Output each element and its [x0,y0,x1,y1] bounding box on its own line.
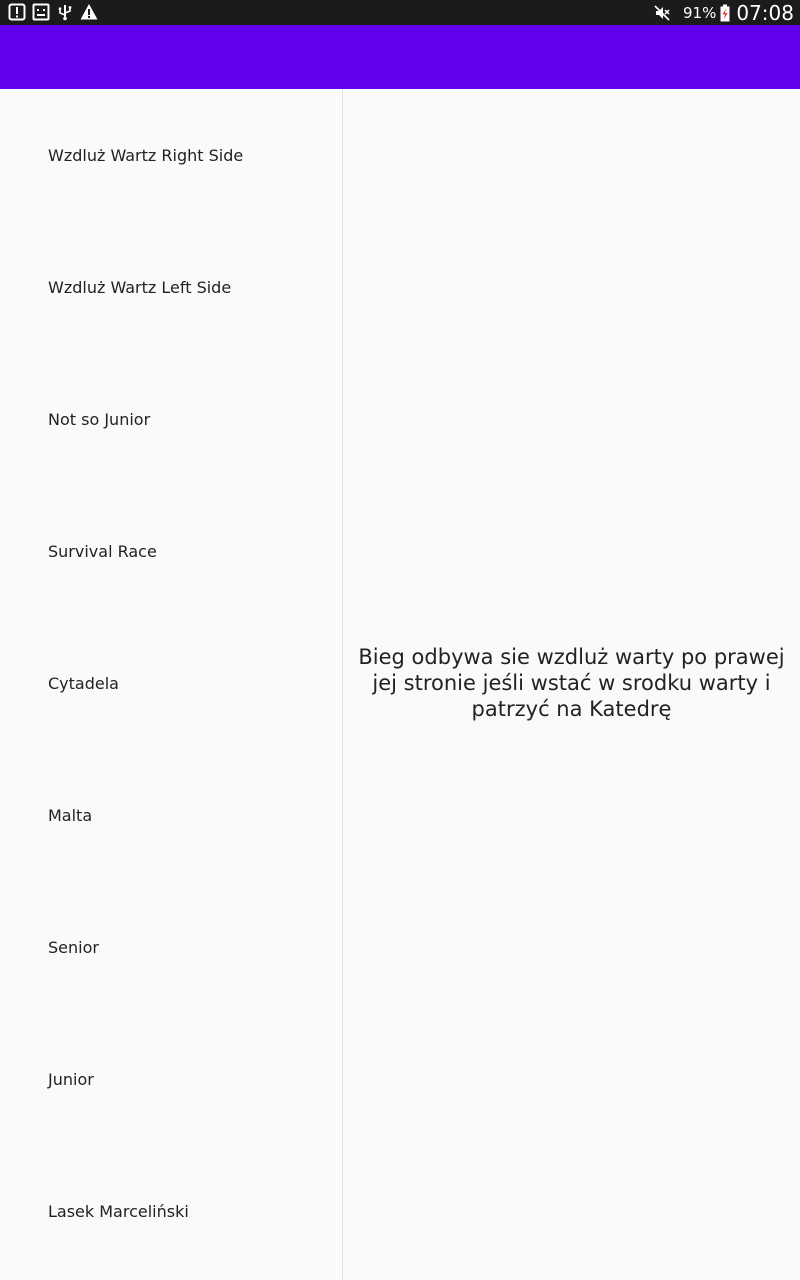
detail-pane: Bieg odbywa sie wzdluż warty po prawej j… [343,89,800,1280]
list-item[interactable]: Wzdluż Wartz Right Side [0,89,342,221]
race-description: Bieg odbywa sie wzdluż warty po prawej j… [358,644,785,721]
status-bar-system-area: 91% 07:08 [653,0,794,25]
alert-box-icon [8,3,26,21]
clock: 07:08 [736,0,794,25]
list-item[interactable]: Senior [0,881,342,1013]
list-item[interactable]: Malta [0,749,342,881]
list-item[interactable]: Wzdluż Wartz Left Side [0,221,342,353]
list-item[interactable]: Lasek Marceliński [0,1145,342,1277]
screenshot-icon [32,3,50,21]
battery-percent: 91% [683,3,717,22]
app-bar [0,25,800,89]
list-item[interactable]: Not so Junior [0,353,342,485]
status-bar-notification-icons [8,3,98,21]
battery-charging-icon [720,4,730,22]
list-item[interactable]: Cytadela [0,617,342,749]
list-item[interactable]: Survival Race [0,485,342,617]
usb-icon [56,3,74,21]
mute-icon [653,4,671,22]
status-bar: 91% 07:08 [0,0,800,25]
race-list: Wzdluż Wartz Right Side Wzdluż Wartz Lef… [0,89,342,1280]
warning-icon [80,3,98,21]
list-item[interactable]: Junior [0,1013,342,1145]
